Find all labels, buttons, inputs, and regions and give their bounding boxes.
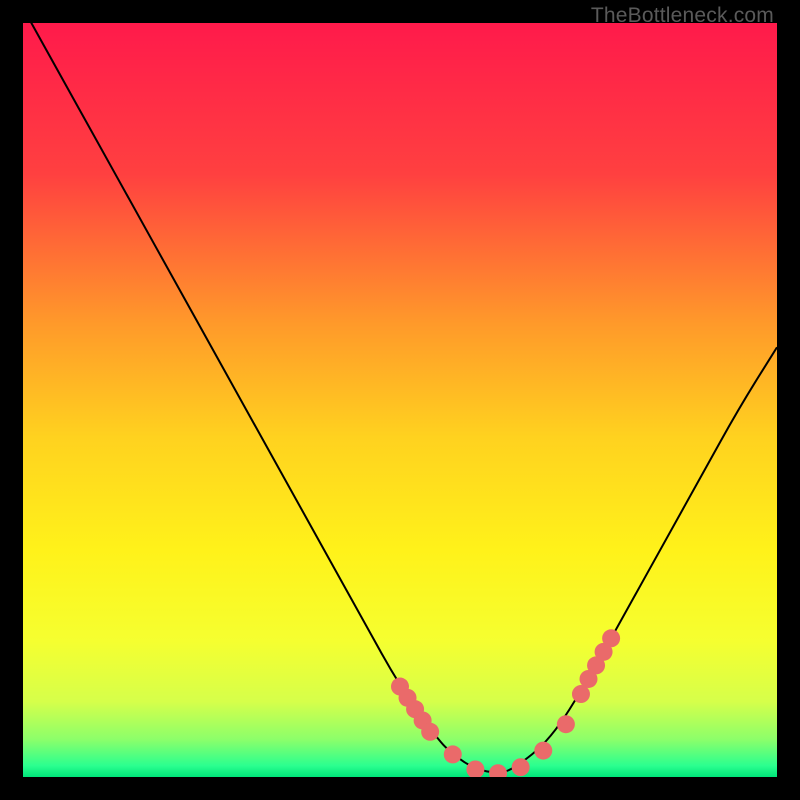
watermark-label: TheBottleneck.com bbox=[591, 4, 774, 28]
curve-marker bbox=[421, 723, 439, 741]
curve-marker bbox=[602, 629, 620, 647]
chart-container: TheBottleneck.com bbox=[0, 0, 800, 800]
curve-marker bbox=[466, 760, 484, 777]
curve-marker bbox=[534, 742, 552, 760]
curve-marker bbox=[512, 758, 530, 776]
plot-area bbox=[23, 23, 777, 777]
bottleneck-curve bbox=[23, 23, 777, 777]
curve-marker bbox=[444, 745, 462, 763]
curve-marker bbox=[489, 764, 507, 777]
curve-marker bbox=[557, 715, 575, 733]
